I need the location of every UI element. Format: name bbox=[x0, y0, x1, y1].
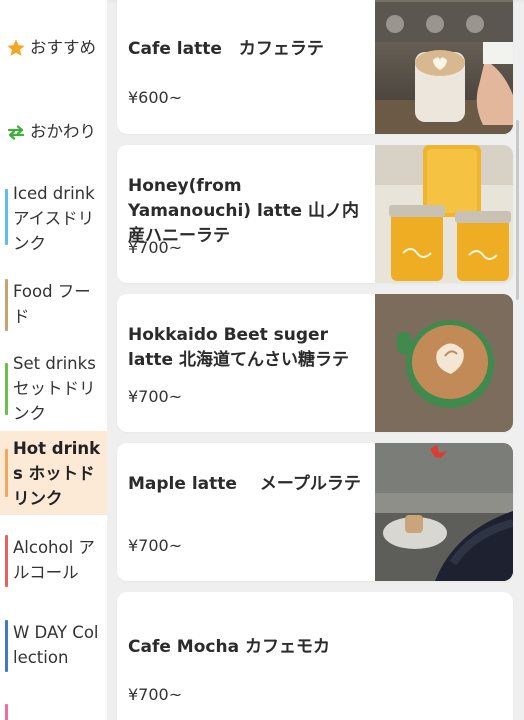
sidebar-item-refill[interactable]: おかわり bbox=[6, 119, 106, 144]
menu-item-title: Cafe Mocha カフェモカ bbox=[128, 637, 330, 657]
sidebar-item-label: Hot drinks ホットドリンク bbox=[13, 439, 101, 508]
category-sidebar: おすすめ おかわり Iced drink アイスドリンク Food フード Se… bbox=[0, 0, 107, 720]
menu-item-photo bbox=[375, 443, 513, 581]
sidebar-item-label: おかわり bbox=[30, 122, 96, 141]
menu-item-title: Cafe latte カフェラテ bbox=[128, 39, 324, 59]
menu-item-card[interactable]: Hokkaido Beet suger latte 北海道てんさい糖ラテ ¥70… bbox=[117, 294, 513, 432]
menu-item-price: ¥700~ bbox=[128, 387, 183, 406]
sidebar-item-hot-drinks[interactable]: Hot drinks ホットドリンク bbox=[0, 431, 107, 515]
sidebar-item-iced-drink[interactable]: Iced drink アイスドリンク bbox=[0, 181, 107, 257]
sidebar-item-label: Alcohol アルコール bbox=[13, 538, 95, 582]
menu-item-price: ¥700~ bbox=[128, 238, 183, 257]
category-color-bar bbox=[5, 189, 8, 245]
star-icon bbox=[6, 38, 26, 58]
refill-arrows-icon bbox=[6, 122, 26, 142]
category-color-bar bbox=[5, 279, 8, 331]
sidebar-item-label: Set drinks セットドリンク bbox=[13, 354, 96, 423]
sidebar-item-label: Iced drink アイスドリンク bbox=[13, 184, 95, 253]
category-color-bar bbox=[5, 535, 8, 587]
menu-item-title: Maple latte メープルラテ bbox=[128, 474, 361, 494]
category-color-bar bbox=[5, 363, 8, 415]
sidebar-item-label: Food フード bbox=[13, 282, 91, 326]
sidebar-item-label: おすすめ bbox=[30, 38, 96, 57]
menu-item-photo bbox=[375, 145, 513, 283]
scrollbar[interactable] bbox=[516, 120, 519, 300]
category-color-bar bbox=[5, 449, 8, 497]
menu-item-card[interactable]: Honey(from Yamanouchi) latte 山ノ内産ハニーラテ ¥… bbox=[117, 145, 513, 283]
category-color-bar bbox=[5, 620, 8, 672]
category-color-bar bbox=[5, 704, 8, 720]
sidebar-item-w-day-collection[interactable]: W DAY Collection bbox=[0, 620, 107, 672]
sidebar-item-label: W DAY Collection bbox=[13, 623, 99, 667]
sidebar-item-alcohol[interactable]: Alcohol アルコール bbox=[0, 535, 107, 587]
menu-item-photo bbox=[375, 294, 513, 432]
menu-item-title: Hokkaido Beet suger latte 北海道てんさい糖ラテ bbox=[128, 325, 349, 370]
sidebar-item-favorites[interactable]: おすすめ bbox=[6, 35, 106, 60]
menu-item-card[interactable]: Cafe latte カフェラテ ¥600~ bbox=[117, 0, 513, 134]
sidebar-item-food[interactable]: Food フード bbox=[0, 279, 107, 331]
menu-item-photo bbox=[375, 0, 513, 134]
menu-item-price: ¥700~ bbox=[128, 536, 183, 555]
sidebar-item-next-category[interactable] bbox=[0, 704, 107, 720]
menu-item-card[interactable]: Cafe Mocha カフェモカ ¥700~ bbox=[117, 592, 513, 720]
menu-item-card[interactable]: Maple latte メープルラテ ¥700~ bbox=[117, 443, 513, 581]
menu-item-price: ¥700~ bbox=[128, 685, 183, 704]
menu-item-price: ¥600~ bbox=[128, 88, 183, 107]
sidebar-item-set-drinks[interactable]: Set drinks セットドリンク bbox=[0, 351, 107, 427]
